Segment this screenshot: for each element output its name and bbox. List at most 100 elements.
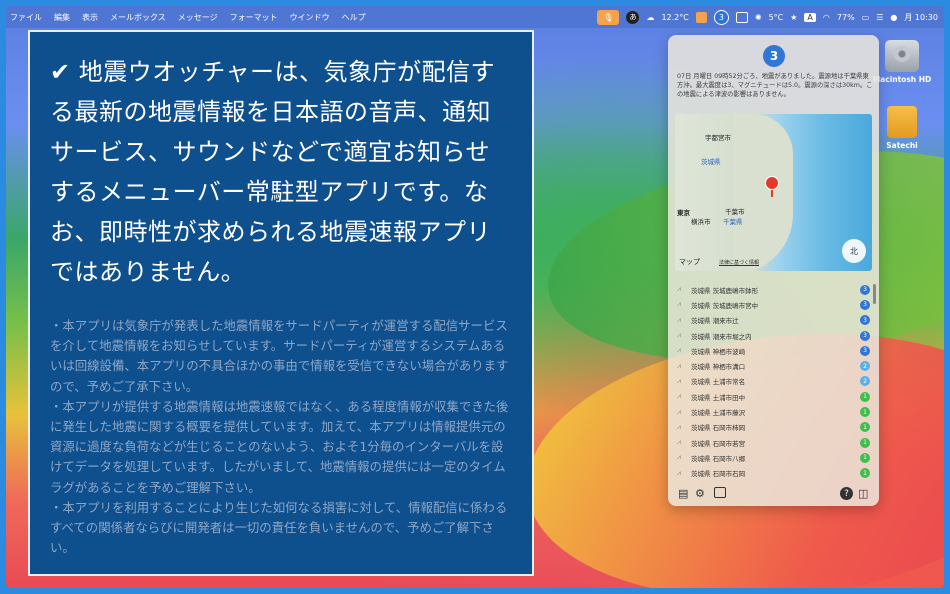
map-label: 千葉市	[725, 208, 745, 216]
station-name: 茨城県 神栖市溝口	[691, 363, 746, 372]
quake-popover: 3 07日 月曜日 09時52分ごろ、地震がありました。震源地は千葉県東方沖。最…	[668, 35, 879, 506]
epicenter-pin-icon[interactable]	[765, 176, 779, 197]
station-name: 茨城県 茨城鹿嶋市鉢形	[691, 286, 759, 295]
keyboard-input-icon[interactable]: A	[804, 12, 816, 22]
station-name: 茨城県 石岡市八郷	[691, 454, 746, 463]
map-label: 茨城県	[701, 158, 721, 166]
station-name: 茨城県 土浦市常名	[691, 378, 746, 387]
microphone-icon[interactable]: 🎙	[597, 9, 620, 25]
station-name: 茨城県 神栖市波崎	[691, 347, 746, 356]
map-label: 千葉県	[723, 218, 743, 226]
intensity-level: 1	[860, 452, 870, 463]
intensity-level: 3	[860, 284, 870, 295]
control-center-icon[interactable]: ☰	[876, 13, 883, 22]
list-scrollbar[interactable]	[873, 284, 876, 304]
help-icon[interactable]: ?	[840, 487, 853, 500]
external-drive-icon	[887, 106, 917, 138]
station-name: 茨城県 石岡市石岡	[691, 470, 746, 479]
menu-mailbox[interactable]: メールボックス	[104, 12, 172, 23]
menu-window[interactable]: ウインドウ	[284, 12, 336, 23]
menubar-clock[interactable]: 月 10:30	[904, 12, 938, 23]
menu-edit[interactable]: 編集	[48, 12, 76, 23]
menu-help[interactable]: ヘルプ	[336, 12, 372, 23]
desktop-icon-label: Satechi	[886, 141, 918, 150]
weather-temp[interactable]: 12.2°C	[661, 13, 688, 22]
menu-view[interactable]: 表示	[76, 12, 104, 23]
status-area: 🎙 あ ☁ 12.2°C 3 ✺ 5°C ★ A ◠ 77% ▭ ☰ ● 月 1…	[597, 6, 938, 28]
list-item[interactable]: ⩘ 茨城県 神栖市溝口 2	[677, 358, 870, 373]
cloud-icon[interactable]: ☁	[646, 13, 654, 22]
waveform-icon: ⩘	[677, 361, 681, 370]
list-item[interactable]: ⩘ 茨城県 土浦市常名 2	[677, 374, 870, 389]
sun-icon[interactable]: ✺	[755, 13, 762, 22]
waveform-icon: ⩘	[677, 376, 681, 385]
disclaimer-text: ・本アプリは気象庁が発表した地震情報をサードパーティが運営する配信サービスを介し…	[50, 318, 509, 556]
menu-format[interactable]: フォーマット	[224, 12, 284, 23]
wifi-icon[interactable]: ◠	[823, 13, 830, 22]
list-item[interactable]: ⩘ 茨城県 石岡市若宮 1	[677, 435, 870, 450]
map-credit: マップ	[679, 258, 700, 266]
quake-map[interactable]: 宇都宮市 茨城県 東京 千葉市 横浜市 千葉県 北 マップ 法律に基づく情報	[675, 114, 872, 271]
compass-icon[interactable]: 北	[842, 239, 866, 263]
list-item[interactable]: ⩘ 茨城県 土浦市藤沢 1	[677, 404, 870, 419]
list-item[interactable]: ⩘ 茨城県 神栖市波崎 3	[677, 343, 870, 358]
hard-drive-icon	[885, 40, 919, 72]
station-name: 茨城県 土浦市田中	[691, 393, 746, 402]
headline-text: ✔ 地震ウオッチャーは、気象庁が配信する最新の地震情報を日本語の音声、通知サービ…	[50, 58, 495, 286]
sidebar-toggle-icon[interactable]: ◫	[858, 487, 868, 500]
list-item[interactable]: ⩘ 茨城県 石岡市八郷 1	[677, 450, 870, 465]
battery-percent[interactable]: 77%	[837, 13, 855, 22]
desktop-icon-satechi[interactable]: Satechi	[872, 106, 932, 150]
menu-file[interactable]: ファイル	[6, 12, 48, 23]
map-label: 東京	[677, 209, 690, 217]
map-legal-link[interactable]: 法律に基づく情報	[719, 259, 759, 266]
station-name: 茨城県 石岡市柿岡	[691, 424, 746, 433]
siri-icon[interactable]: ●	[890, 13, 897, 22]
intensity-badge: 3	[763, 45, 785, 67]
waveform-icon: ⩘	[677, 392, 681, 401]
desktop-icon-macintosh-hd[interactable]: Macintosh HD	[872, 40, 932, 84]
archive-icon[interactable]: ▤	[678, 487, 688, 500]
map-land	[733, 114, 793, 271]
intensity-level: 2	[860, 376, 870, 387]
intensity-level: 3	[860, 345, 870, 356]
waveform-icon: ⩘	[677, 422, 681, 431]
waveform-icon: ⩘	[677, 285, 681, 294]
list-item[interactable]: ⩘ 茨城県 石岡市柿岡 1	[677, 420, 870, 435]
station-name: 茨城県 土浦市藤沢	[691, 409, 746, 418]
list-item[interactable]: ⩘ 茨城県 茨城鹿嶋市鉢形 3	[677, 282, 870, 297]
quake-status-icon[interactable]: 3	[713, 9, 729, 25]
intensity-level: 1	[860, 437, 870, 448]
temp-readout[interactable]: 5°C	[769, 13, 784, 22]
input-method-icon[interactable]: あ	[626, 10, 640, 24]
station-name: 茨城県 茨城鹿嶋市宮中	[691, 301, 759, 310]
desktop: ファイル 編集 表示 メールボックス メッセージ フォーマット ウインドウ ヘル…	[6, 6, 944, 588]
calendar-icon[interactable]	[735, 11, 748, 23]
waveform-icon: ⩘	[677, 407, 681, 416]
list-item[interactable]: ⩘ 茨城県 潮来市堀之内 3	[677, 328, 870, 343]
menu-message[interactable]: メッセージ	[172, 12, 224, 23]
waveform-icon: ⩘	[677, 468, 681, 477]
intensity-level: 1	[860, 422, 870, 433]
waveform-icon: ⩘	[677, 346, 681, 355]
map-label: 横浜市	[691, 218, 711, 226]
list-item[interactable]: ⩘ 茨城県 土浦市田中 1	[677, 389, 870, 404]
list-item[interactable]: ⩘ 茨城県 茨城鹿嶋市宮中 3	[677, 297, 870, 312]
battery-icon[interactable]: ▭	[862, 13, 870, 22]
station-name: 茨城県 潮来市辻	[691, 317, 739, 326]
waveform-icon: ⩘	[677, 438, 681, 447]
menubar: ファイル 編集 表示 メールボックス メッセージ フォーマット ウインドウ ヘル…	[6, 6, 944, 28]
intensity-level: 2	[860, 361, 870, 372]
window-icon[interactable]	[714, 487, 726, 498]
star-icon[interactable]: ★	[790, 13, 797, 22]
list-item[interactable]: ⩘ 茨城県 潮来市辻 3	[677, 313, 870, 328]
gear-icon[interactable]: ⚙	[695, 487, 705, 500]
intensity-level: 3	[860, 315, 870, 326]
station-name: 茨城県 潮来市堀之内	[691, 332, 752, 341]
app-icon[interactable]	[695, 11, 707, 23]
quake-description: 07日 月曜日 09時52分ごろ、地震がありました。震源地は千葉県東方沖。最大震…	[677, 73, 873, 98]
list-item[interactable]: ⩘ 茨城県 石岡市石岡 1	[677, 466, 870, 481]
waveform-icon: ⩘	[677, 315, 681, 324]
intensity-level: 3	[860, 299, 870, 310]
intensity-level: 3	[860, 330, 870, 341]
